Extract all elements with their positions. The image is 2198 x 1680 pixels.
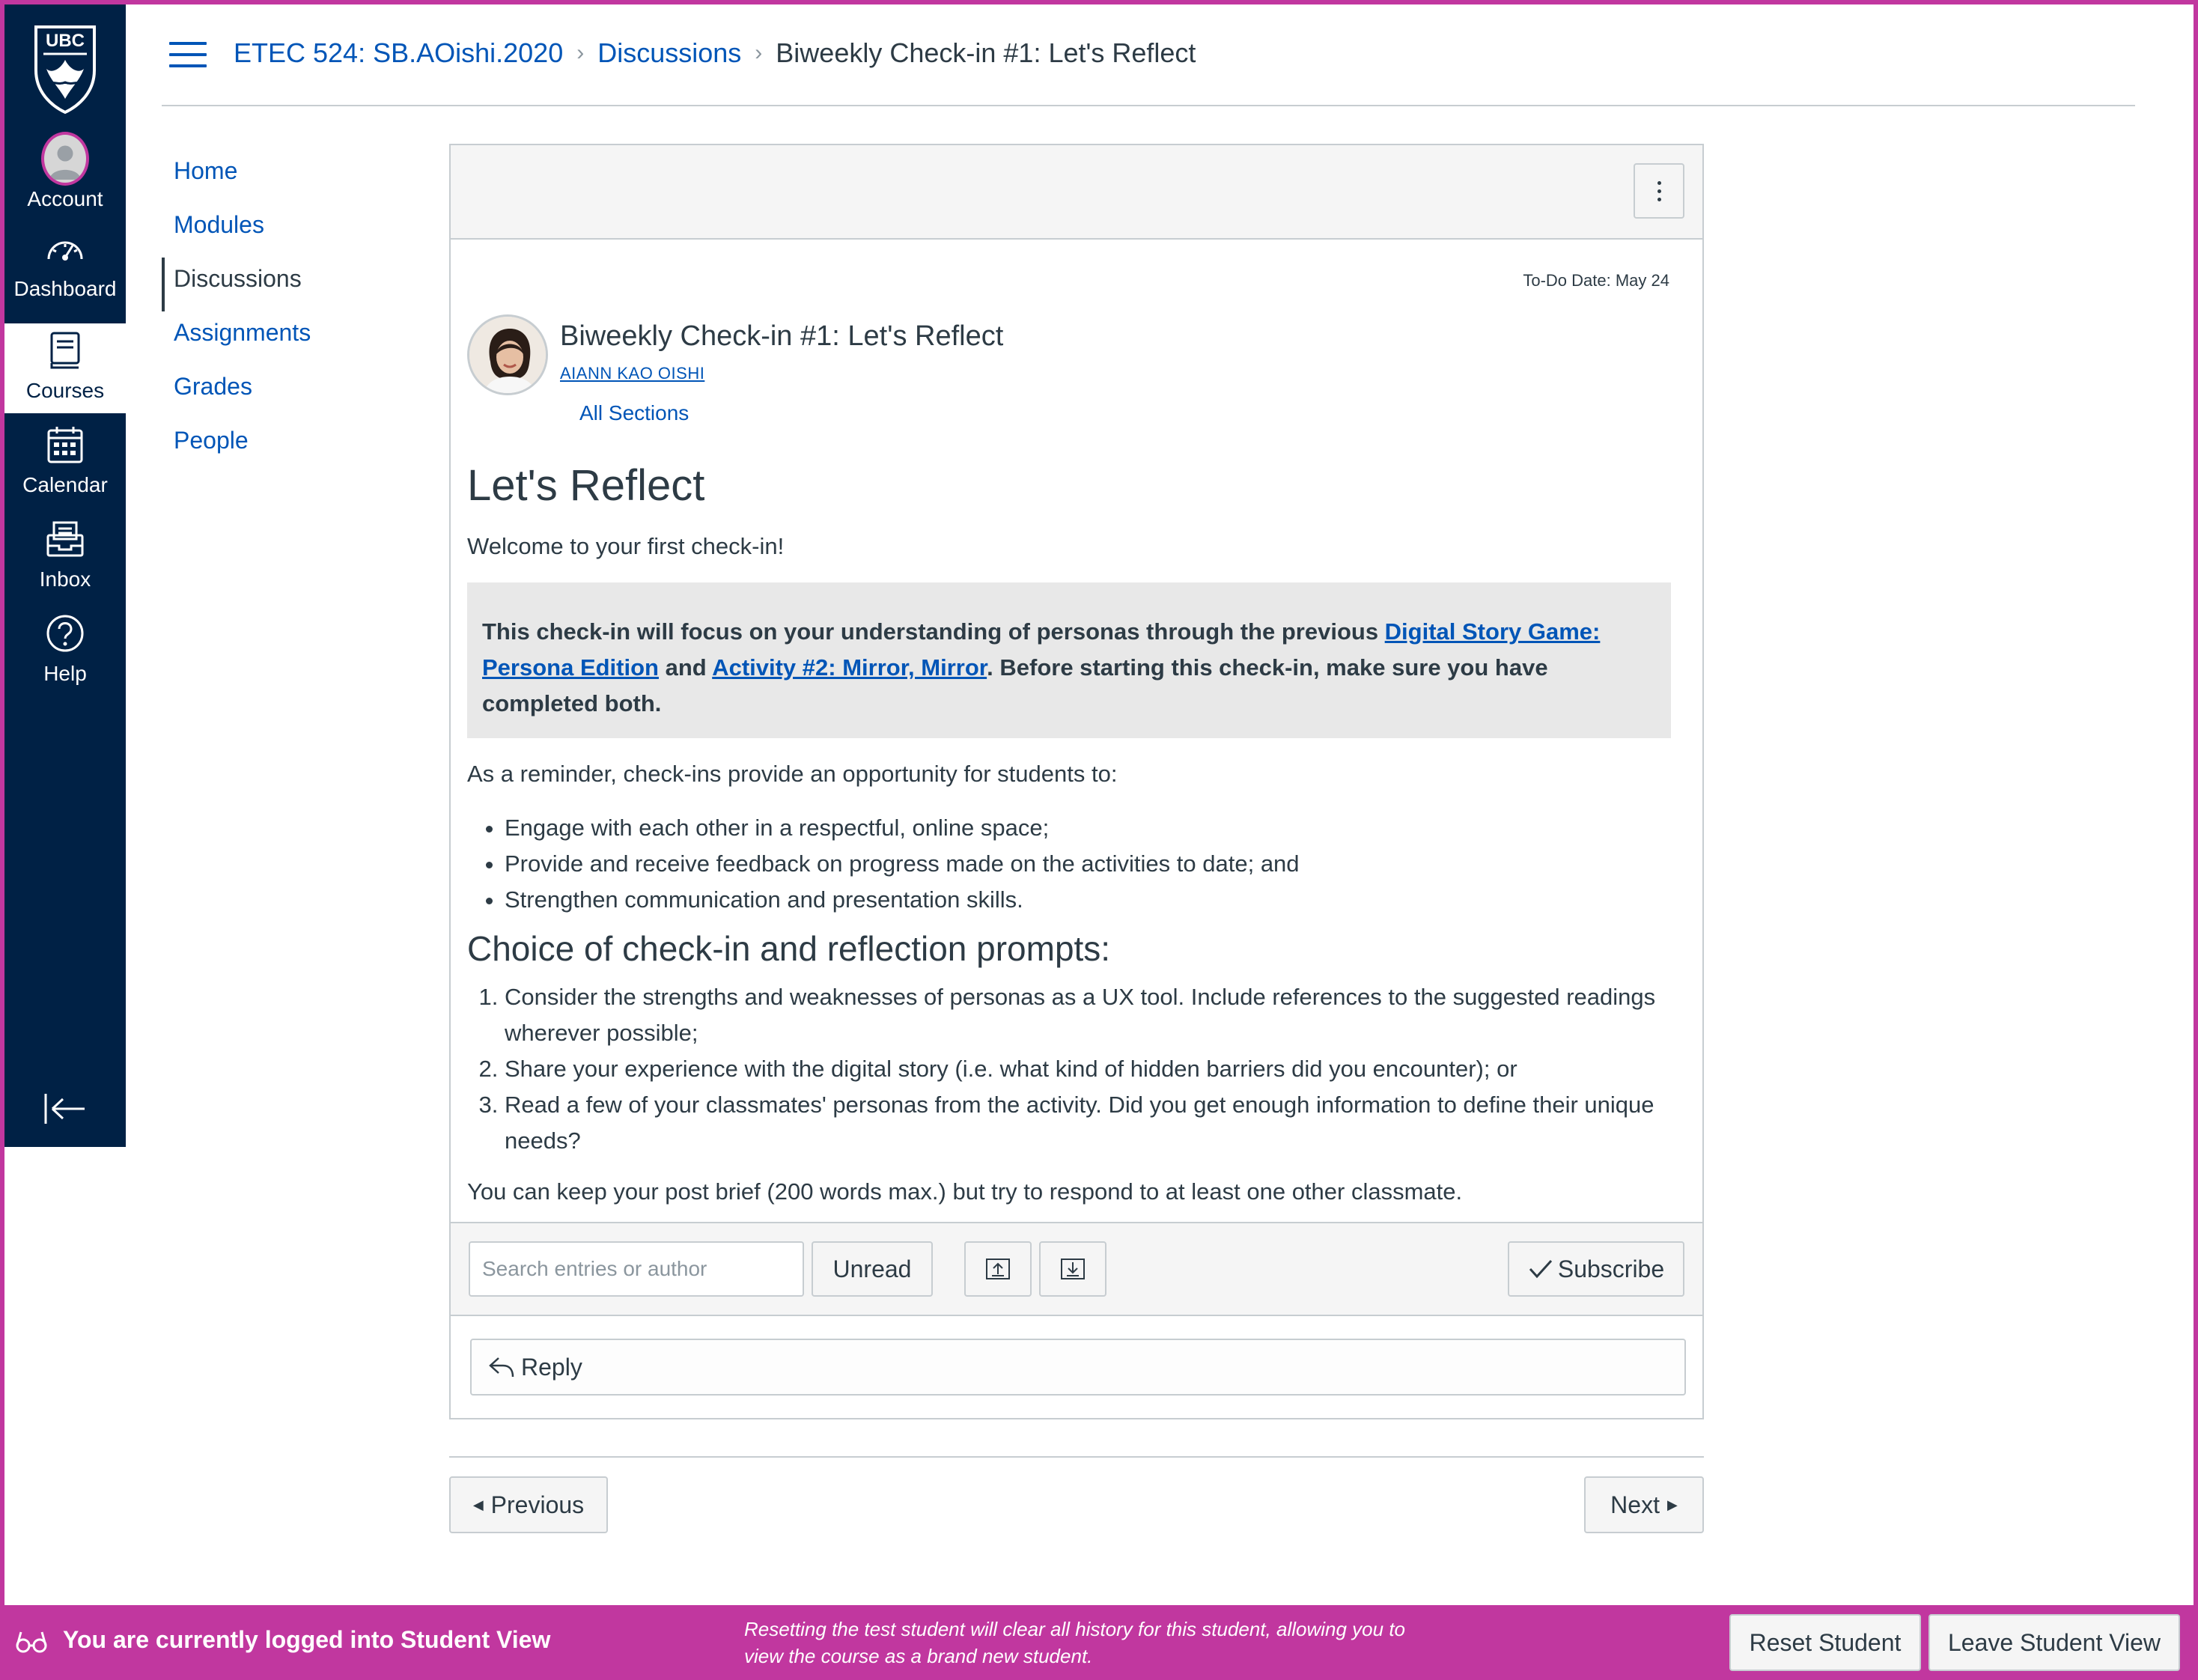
breadcrumb-course[interactable]: ETEC 524: SB.AOishi.2020 — [234, 37, 563, 69]
svg-text:UBC: UBC — [46, 31, 85, 51]
nav-dashboard[interactable]: Dashboard — [4, 222, 126, 311]
global-nav: UBC Account Dashboard Courses Calendar I… — [4, 4, 126, 1147]
reset-student-button[interactable]: Reset Student — [1729, 1614, 1921, 1671]
collapse-nav-icon[interactable] — [43, 1090, 87, 1127]
course-nav-grades[interactable]: Grades — [162, 365, 311, 419]
nav-calendar-label: Calendar — [22, 473, 108, 496]
caret-right-icon: ▶ — [1666, 1497, 1678, 1512]
author-name-link[interactable]: AIANN KAO OISHI — [560, 364, 704, 383]
account-avatar-icon — [41, 132, 89, 186]
kebab-dot-icon — [1657, 197, 1661, 201]
previous-button[interactable]: ◀ Previous — [449, 1476, 608, 1533]
list-item: Read a few of your classmates' personas … — [505, 1087, 1671, 1159]
reminder-list: Engage with each other in a respectful, … — [505, 810, 1671, 918]
course-menu-toggle[interactable] — [169, 42, 207, 67]
list-item: Provide and receive feedback on progress… — [505, 846, 1671, 882]
calendar-icon — [41, 421, 89, 469]
more-options-button[interactable] — [1634, 163, 1684, 219]
course-nav-home[interactable]: Home — [162, 150, 311, 204]
callout-text: This check-in will focus on your underst… — [482, 618, 1385, 645]
next-button[interactable]: Next ▶ — [1584, 1476, 1704, 1533]
search-input[interactable] — [469, 1241, 804, 1297]
prompts-list: Consider the strengths and weaknesses of… — [505, 979, 1671, 1159]
chevron-right-icon: › — [576, 40, 585, 65]
list-item: Engage with each other in a respectful, … — [505, 810, 1671, 846]
kebab-dot-icon — [1657, 180, 1661, 185]
collapse-replies-button[interactable] — [964, 1241, 1032, 1297]
nav-help[interactable]: Help — [4, 606, 126, 696]
help-icon — [41, 609, 89, 657]
course-nav-discussions[interactable]: Discussions — [162, 258, 311, 311]
todo-date: To-Do Date: May 24 — [1523, 271, 1669, 290]
nav-dashboard-label: Dashboard — [13, 277, 117, 300]
discussion-header-bar — [451, 145, 1702, 240]
activity-mirror-link[interactable]: Activity #2: Mirror, Mirror — [712, 654, 987, 681]
previous-label: Previous — [490, 1491, 585, 1518]
checkmark-icon — [1529, 1259, 1552, 1279]
subscribe-button[interactable]: Subscribe — [1508, 1241, 1684, 1297]
header-divider — [162, 105, 2135, 106]
nav-help-label: Help — [43, 662, 87, 685]
chevron-right-icon: › — [755, 40, 763, 65]
course-nav-assignments[interactable]: Assignments — [162, 311, 311, 365]
nav-courses-label: Courses — [25, 379, 105, 402]
glasses-icon — [15, 1629, 48, 1656]
caret-left-icon: ◀ — [472, 1497, 484, 1512]
discussion-card: To-Do Date: May 24 Biweekly Check-in #1:… — [449, 144, 1704, 1419]
nav-inbox[interactable]: Inbox — [4, 512, 126, 602]
reply-label: Reply — [521, 1353, 582, 1381]
ubc-logo[interactable]: UBC — [33, 24, 97, 115]
courses-icon — [41, 326, 89, 374]
prompts-heading: Choice of check-in and reflection prompt… — [467, 929, 1111, 968]
student-view-bar: You are currently logged into Student Vi… — [0, 1605, 2198, 1680]
nav-courses[interactable]: Courses — [4, 323, 126, 413]
callout-box: This check-in will focus on your underst… — [467, 582, 1671, 738]
list-item: Consider the strengths and weaknesses of… — [505, 979, 1671, 1051]
inbox-icon — [41, 515, 89, 563]
breadcrumb-current: Biweekly Check-in #1: Let's Reflect — [776, 37, 1196, 68]
expand-replies-button[interactable] — [1039, 1241, 1106, 1297]
reply-button[interactable]: Reply — [470, 1339, 1686, 1396]
breadcrumb-discussions[interactable]: Discussions — [597, 37, 741, 69]
list-item: Share your experience with the digital s… — [505, 1051, 1671, 1087]
callout-text: and — [658, 654, 713, 681]
nav-account[interactable]: Account — [4, 132, 126, 222]
student-view-note: Resetting the test student will clear al… — [744, 1618, 1405, 1667]
closing-text: You can keep your post brief (200 words … — [467, 1178, 1463, 1205]
expand-arrow-icon — [1061, 1259, 1085, 1279]
course-nav-modules[interactable]: Modules — [162, 204, 311, 258]
discussion-toolbar: Unread Subscribe — [451, 1222, 1702, 1316]
leave-student-view-button[interactable]: Leave Student View — [1928, 1614, 2180, 1671]
nav-calendar[interactable]: Calendar — [4, 418, 126, 508]
nav-account-label: Account — [27, 187, 103, 210]
course-nav: Home Modules Discussions Assignments Gra… — [162, 150, 311, 473]
list-item: Strengthen communication and presentatio… — [505, 882, 1671, 918]
kebab-dot-icon — [1657, 189, 1661, 193]
reminder-text: As a reminder, check-ins provide an oppo… — [467, 761, 1118, 787]
body-heading: Let's Reflect — [467, 461, 705, 510]
collapse-arrow-icon — [986, 1259, 1010, 1279]
footer-divider — [449, 1456, 1704, 1458]
welcome-text: Welcome to your first check-in! — [467, 533, 785, 559]
student-view-message: You are currently logged into Student Vi… — [63, 1626, 551, 1653]
author-avatar[interactable] — [467, 314, 548, 395]
discussion-body: Let's Reflect Welcome to your first chec… — [467, 460, 1671, 1228]
next-label: Next — [1610, 1491, 1660, 1518]
nav-inbox-label: Inbox — [39, 567, 91, 591]
breadcrumb: ETEC 524: SB.AOishi.2020 › Discussions ›… — [234, 34, 1196, 72]
course-nav-people[interactable]: People — [162, 419, 311, 473]
unread-button[interactable]: Unread — [812, 1241, 933, 1297]
reply-arrow-icon — [489, 1357, 514, 1378]
discussion-title: Biweekly Check-in #1: Let's Reflect — [560, 320, 1004, 352]
sections-label: All Sections — [579, 401, 689, 424]
subscribe-label: Subscribe — [1557, 1255, 1665, 1282]
dashboard-icon — [41, 225, 89, 273]
